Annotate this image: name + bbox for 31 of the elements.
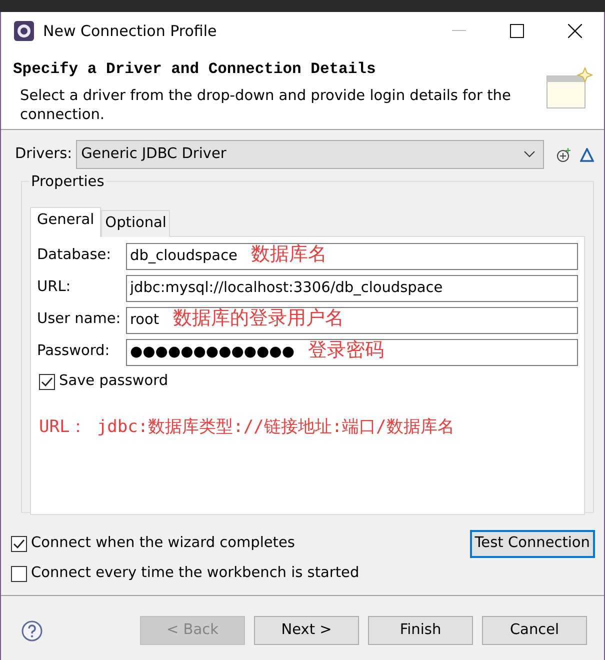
wizard-title: Specify a Driver and Connection Details	[13, 59, 377, 80]
test-connection-button[interactable]: Test Connection	[470, 531, 594, 557]
wizard-button[interactable]: Next >	[254, 616, 359, 645]
annotation-text: 登录密码	[308, 338, 384, 363]
tab[interactable]: Optional	[101, 210, 170, 237]
wizard-description: Select a driver from the drop-down and provide login details for the connection.	[19, 87, 512, 126]
text-field[interactable]: jdbc:mysql://localhost:3306/db_cloudspace	[126, 274, 578, 302]
annotation-text: 数据库的登录用户名	[173, 306, 344, 331]
drivers-label: Drivers:	[15, 144, 72, 164]
checkbox-label: Connect when the wizard completes	[31, 534, 295, 554]
checkbox-label: Save password	[59, 372, 168, 391]
window-title: New Connection Profile	[43, 20, 218, 42]
driver-dropdown[interactable]: Generic JDBC Driver	[76, 140, 544, 169]
field-label: URL:	[37, 278, 72, 298]
checkbox[interactable]	[11, 536, 27, 552]
app-icon	[13, 20, 35, 42]
triangle-icon[interactable]	[580, 148, 594, 162]
annotation-text: 数据库名	[251, 242, 327, 267]
wizard-button[interactable]: Finish	[368, 616, 473, 645]
field-label: Password:	[37, 342, 111, 362]
caret-icon	[524, 151, 535, 158]
field-label: User name:	[37, 310, 122, 330]
help-icon[interactable]	[21, 620, 43, 642]
checkbox-label: Connect every time the workbench is started	[31, 564, 360, 584]
tab[interactable]: General	[30, 207, 102, 237]
checkbox[interactable]	[39, 374, 55, 390]
field-label: Database:	[37, 246, 112, 266]
new-driver-icon[interactable]	[556, 146, 572, 162]
wizard-button[interactable]: Cancel	[482, 616, 587, 645]
checkbox[interactable]	[11, 566, 27, 582]
annotation-text: URL： jdbc:数据库类型://链接地址:端口/数据库名	[39, 416, 456, 438]
